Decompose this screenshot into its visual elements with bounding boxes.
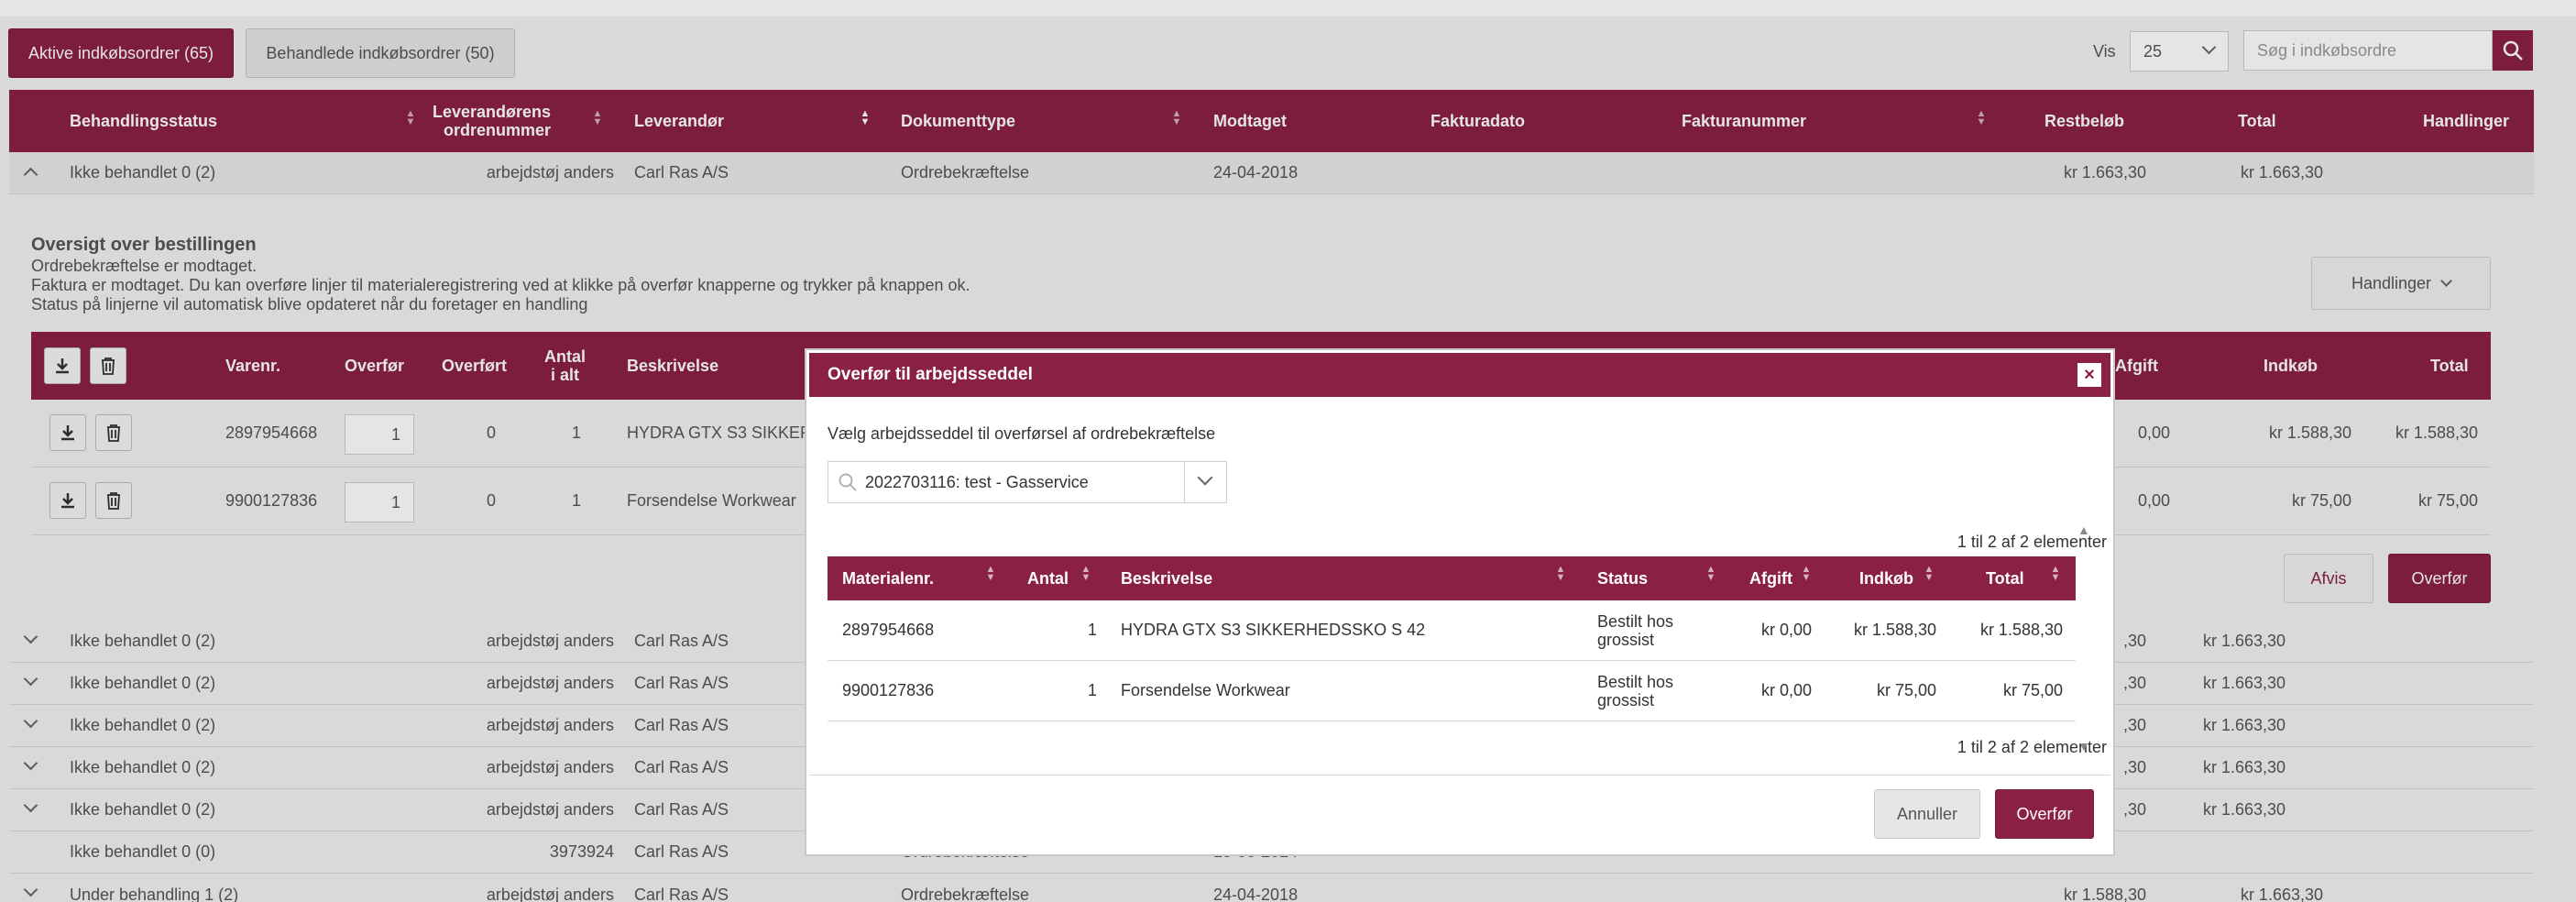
confirm-transfer-button[interactable]: Overfør [1995, 789, 2094, 839]
sort-icon[interactable]: ▲ ▼ [1801, 565, 1812, 583]
sort-icon[interactable]: ▲ ▼ [1924, 565, 1935, 583]
status-text: Bestilt hos grossist [1597, 611, 1674, 649]
modal-header: Overfør til arbejdsseddel × [809, 353, 2110, 397]
close-button[interactable]: × [2076, 361, 2103, 389]
sort-icon[interactable]: ▲ ▼ [1705, 565, 1716, 583]
modal-title: Overfør til arbejdsseddel [828, 365, 1033, 384]
scroll-up-icon[interactable]: ▲ [2077, 522, 2090, 537]
header-fee[interactable]: Afgift [1749, 556, 1792, 600]
modal-divider [809, 775, 2110, 776]
header-purchase[interactable]: Indkøb [1859, 556, 1913, 600]
sort-icon[interactable]: ▲ ▼ [2050, 565, 2061, 583]
sort-icon[interactable]: ▲ ▼ [1080, 565, 1091, 583]
table-row[interactable]: 2897954668 1 HYDRA GTX S3 SIKKERHEDSSKO … [828, 600, 2076, 661]
worksheet-select[interactable]: 2022703116: test - Gasservice [828, 461, 1227, 503]
search-icon [839, 473, 857, 491]
header-material-no[interactable]: Materialenr. [842, 556, 934, 600]
status-text: Bestilt hos grossist [1597, 672, 1674, 710]
chevron-down-icon [1197, 469, 1213, 486]
worksheet-dropdown-button[interactable] [1184, 462, 1226, 502]
table-row[interactable]: 9900127836 1 Forsendelse Workwear Bestil… [828, 661, 2076, 721]
cancel-button[interactable]: Annuller [1874, 789, 1980, 839]
modal-prompt: Vælg arbejdsseddel til overførsel af ord… [828, 424, 1216, 443]
close-icon: × [2084, 364, 2095, 385]
header-description[interactable]: Beskrivelse [1121, 556, 1212, 600]
transfer-worksheet-modal: Overfør til arbejdsseddel × Vælg arbejds… [806, 350, 2113, 854]
modal-table-header: Materialenr. ▲ ▼ Antal ▲ ▼ Beskrivelse ▲ ▼ … [828, 556, 2076, 600]
sort-icon[interactable]: ▲ ▼ [985, 565, 996, 583]
header-count[interactable]: Antal [1027, 556, 1069, 600]
header-total[interactable]: Total [1986, 556, 2024, 600]
sort-icon[interactable]: ▲ ▼ [1555, 565, 1566, 583]
scroll-down-icon[interactable]: ▼ [2077, 739, 2090, 754]
header-status[interactable]: Status [1597, 556, 1648, 600]
